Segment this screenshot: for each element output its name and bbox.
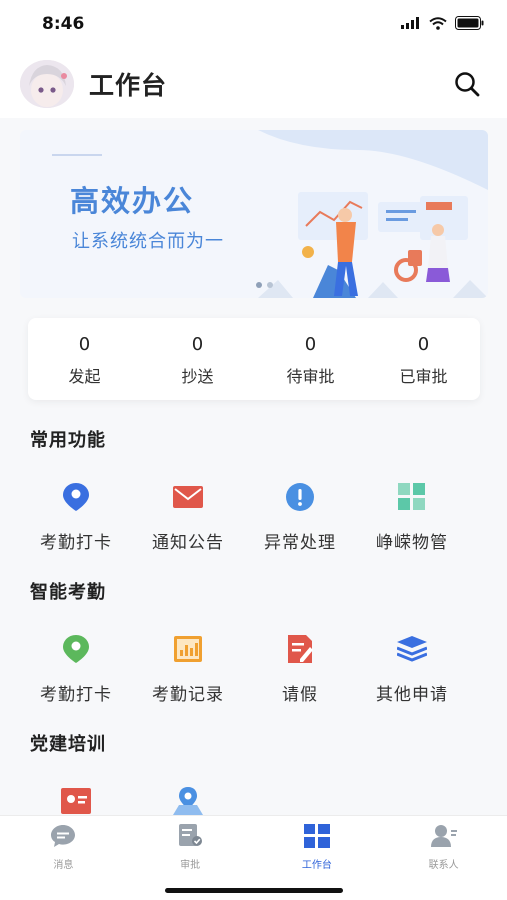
alert-icon bbox=[283, 480, 317, 514]
stat-label: 发起 bbox=[68, 367, 101, 386]
stat-value: 0 bbox=[191, 334, 204, 355]
section-title-party-training: 党建培训 bbox=[30, 734, 106, 755]
grid-item-label: 其他申请 bbox=[376, 685, 448, 705]
tab-label: 工作台 bbox=[301, 860, 332, 871]
stat-cc[interactable]: 0 抄送 bbox=[141, 318, 254, 400]
carousel-dot[interactable] bbox=[256, 282, 262, 288]
banner-decoration bbox=[52, 154, 102, 156]
approval-stats-card: 0 发起 0 抄送 0 待审批 0 已审批 bbox=[28, 318, 480, 400]
approve-icon bbox=[179, 824, 203, 846]
app-header: 工作台 bbox=[0, 52, 507, 118]
grid-item-party-location[interactable] bbox=[132, 784, 244, 818]
id-card-icon bbox=[59, 784, 93, 818]
home-indicator[interactable] bbox=[165, 888, 343, 893]
grid-item-attendance-checkin[interactable]: 考勤打卡 bbox=[20, 632, 132, 705]
grid-item-label: 考勤打卡 bbox=[40, 685, 112, 705]
tab-label: 审批 bbox=[180, 860, 201, 871]
banner-subtitle: 让系统统合而为一 bbox=[72, 231, 224, 252]
map-pin-icon bbox=[171, 784, 205, 818]
grid-item-label: 请假 bbox=[282, 685, 318, 705]
stat-label: 抄送 bbox=[181, 367, 214, 386]
page-title: 工作台 bbox=[89, 71, 168, 100]
contact-icon bbox=[430, 825, 457, 847]
document-edit-icon bbox=[283, 632, 317, 666]
carousel-dots[interactable] bbox=[256, 282, 273, 288]
search-icon bbox=[455, 72, 480, 97]
grid-item-attendance-records[interactable]: 考勤记录 bbox=[132, 632, 244, 705]
bottom-tab-bar: 消息 审批 工作台 联系人 bbox=[0, 815, 507, 900]
tab-label: 联系人 bbox=[428, 860, 459, 871]
tab-label: 消息 bbox=[53, 860, 74, 871]
tab-approval[interactable]: 审批 bbox=[127, 816, 254, 872]
tab-workbench[interactable]: 工作台 bbox=[254, 816, 381, 872]
tab-messages[interactable]: 消息 bbox=[0, 816, 127, 872]
stat-initiated[interactable]: 0 发起 bbox=[28, 318, 141, 400]
grid-item-label: 考勤打卡 bbox=[40, 533, 112, 553]
grid-item-other-requests[interactable]: 其他申请 bbox=[356, 632, 468, 705]
battery-icon bbox=[455, 16, 484, 30]
chat-icon bbox=[51, 825, 76, 847]
stat-label: 待审批 bbox=[286, 367, 335, 386]
avatar[interactable] bbox=[20, 60, 74, 108]
stat-label: 已审批 bbox=[399, 367, 448, 386]
stat-pending[interactable]: 0 待审批 bbox=[254, 318, 367, 400]
search-button[interactable] bbox=[453, 70, 481, 98]
stat-approved[interactable]: 0 已审批 bbox=[367, 318, 480, 400]
tab-contacts[interactable]: 联系人 bbox=[380, 816, 507, 872]
stat-value: 0 bbox=[304, 334, 317, 355]
attendance-grid: 考勤打卡 考勤记录 请假 其他申请 bbox=[20, 632, 488, 705]
status-icons bbox=[401, 16, 485, 30]
avatar-image bbox=[20, 60, 74, 108]
grid-item-property[interactable]: 峥嵘物管 bbox=[356, 480, 468, 553]
dashboard-icon bbox=[303, 824, 330, 848]
status-bar: 8:46 bbox=[0, 0, 507, 52]
signal-icon bbox=[401, 17, 419, 29]
common-functions-grid: 考勤打卡 通知公告 异常处理 峥嵘物管 bbox=[20, 480, 488, 553]
mail-icon bbox=[171, 480, 205, 514]
grid-item-party-card[interactable] bbox=[20, 784, 132, 818]
promo-banner[interactable]: 高效办公 让系统统合而为一 bbox=[20, 130, 488, 298]
party-training-grid bbox=[20, 784, 488, 818]
grid-item-label: 考勤记录 bbox=[152, 685, 224, 705]
location-pin-icon bbox=[59, 480, 93, 514]
status-time: 8:46 bbox=[42, 14, 85, 34]
layers-icon bbox=[395, 632, 429, 666]
banner-title: 高效办公 bbox=[70, 184, 195, 218]
chart-icon bbox=[171, 632, 205, 666]
banner-illustration bbox=[258, 130, 488, 298]
wifi-icon bbox=[429, 16, 447, 30]
grid-item-notices[interactable]: 通知公告 bbox=[132, 480, 244, 553]
grid-icon bbox=[395, 480, 429, 514]
grid-item-leave[interactable]: 请假 bbox=[244, 632, 356, 705]
grid-item-label: 通知公告 bbox=[152, 533, 224, 553]
section-title-attendance: 智能考勤 bbox=[30, 582, 106, 603]
grid-item-label: 异常处理 bbox=[264, 533, 336, 553]
location-pin-icon bbox=[59, 632, 93, 666]
section-title-common: 常用功能 bbox=[30, 430, 106, 451]
grid-item-label: 峥嵘物管 bbox=[376, 533, 448, 553]
carousel-dot[interactable] bbox=[267, 282, 273, 288]
grid-item-attendance-checkin[interactable]: 考勤打卡 bbox=[20, 480, 132, 553]
stat-value: 0 bbox=[417, 334, 430, 355]
grid-item-exception[interactable]: 异常处理 bbox=[244, 480, 356, 553]
stat-value: 0 bbox=[78, 334, 91, 355]
